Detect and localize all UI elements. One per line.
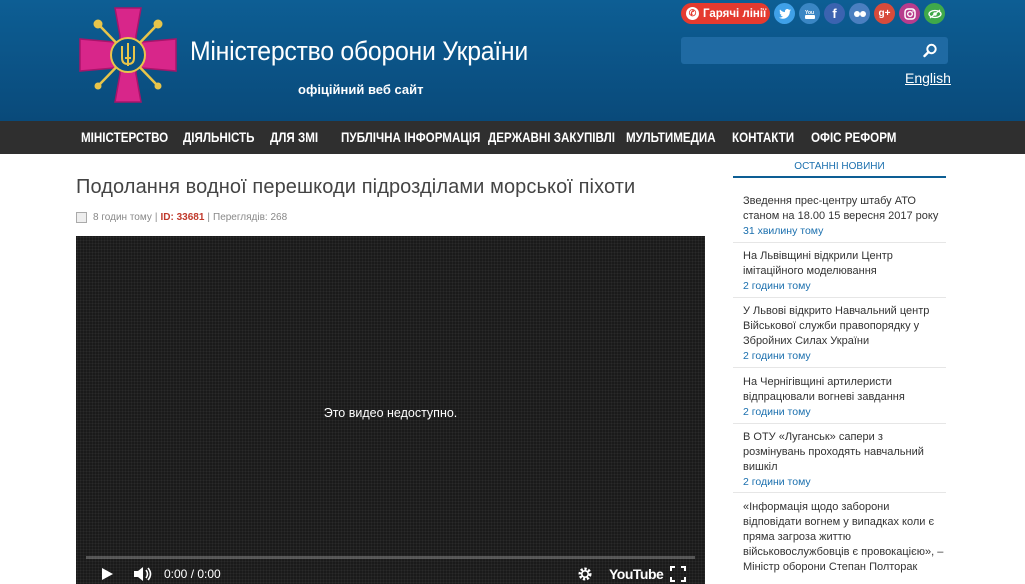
nav-item-contacts[interactable]: КОНТАКТИ	[732, 130, 794, 145]
sidebar-heading-label: ОСТАННІ НОВИНИ	[794, 161, 885, 172]
nav-item-activity[interactable]: ДІЯЛЬНІСТЬ	[183, 130, 254, 145]
news-item[interactable]: На Чернігівщині артилеристи відпрацювали…	[743, 375, 946, 420]
divider	[733, 242, 946, 243]
news-time: 2 години тому	[743, 406, 811, 418]
google-plus-icon[interactable]: g+	[874, 3, 895, 24]
news-title[interactable]: «Інформація щодо заборони відповідати во…	[743, 500, 946, 575]
article-meta: 8 годин тому | ID: 33681 | Переглядів: 2…	[76, 212, 287, 223]
news-time: 2 години тому	[743, 280, 811, 292]
flickr-icon[interactable]	[849, 3, 870, 24]
nav-item-public-info[interactable]: ПУБЛІЧНА ІНФОРМАЦІЯ	[341, 130, 480, 145]
site-subtitle: офіційний веб сайт	[298, 82, 424, 97]
sidebar-heading: ОСТАННІ НОВИНИ	[733, 154, 946, 178]
divider	[733, 367, 946, 368]
site-header: Міністерство оборони України офіційний в…	[0, 0, 1025, 121]
nav-item-procurement[interactable]: ДЕРЖАВНІ ЗАКУПІВЛІ	[488, 130, 615, 145]
news-item[interactable]: У Львові відкрито Навчальний центр Війсь…	[743, 304, 946, 364]
article-title: Подолання водної перешкоди підрозділами …	[76, 176, 636, 198]
main-navigation: МІНІСТЕРСТВО ДІЯЛЬНІСТЬ ДЛЯ ЗМІ ПУБЛІЧНА…	[0, 121, 1025, 154]
ministry-emblem-logo[interactable]	[78, 6, 178, 104]
meta-separator: |	[154, 212, 158, 223]
article-date: 8 годин тому	[93, 212, 152, 223]
video-time: 0:00 / 0:00	[164, 567, 221, 581]
nav-item-media[interactable]: ДЛЯ ЗМІ	[270, 130, 318, 145]
divider	[733, 297, 946, 298]
news-item[interactable]: Зведення прес-центру штабу АТО станом на…	[743, 194, 946, 239]
play-icon[interactable]	[100, 566, 114, 584]
settings-gear-icon[interactable]	[577, 566, 593, 584]
nav-item-ministry[interactable]: МІНІСТЕРСТВО	[81, 130, 168, 145]
twitter-icon[interactable]	[774, 3, 795, 24]
accessibility-eye-icon[interactable]	[924, 3, 945, 24]
news-item[interactable]: В ОТУ «Луганськ» сапери з розмінувань пр…	[743, 430, 946, 490]
video-unavailable-message: Это видео недоступно.	[323, 406, 458, 420]
divider	[733, 492, 946, 493]
news-item[interactable]: На Львівщині відкрили Центр імітаційного…	[743, 249, 946, 294]
news-title[interactable]: На Львівщині відкрили Центр імітаційного…	[743, 249, 946, 279]
youtube-icon[interactable]: You	[799, 3, 820, 24]
search-icon[interactable]	[923, 43, 938, 58]
video-progress-bar[interactable]	[86, 556, 695, 559]
youtube-logo[interactable]: YouTube	[609, 566, 664, 582]
language-switch-link[interactable]: English	[905, 70, 951, 86]
news-title[interactable]: В ОТУ «Луганськ» сапери з розмінувань пр…	[743, 430, 946, 475]
video-player[interactable]: Это видео недоступно. 0:00 / 0:00 YouTub…	[76, 236, 705, 584]
nav-item-reform-office[interactable]: ОФІС РЕФОРМ	[811, 130, 896, 145]
volume-icon[interactable]	[133, 566, 153, 584]
fullscreen-icon[interactable]	[670, 566, 686, 584]
phone-icon: ✆	[686, 7, 699, 20]
hotline-label: Гарячі лінії	[703, 7, 767, 20]
calendar-icon	[76, 212, 87, 223]
article-id: ID: 33681	[160, 212, 205, 223]
nav-item-multimedia[interactable]: МУЛЬТИМЕДИА	[626, 130, 716, 145]
meta-separator: |	[207, 212, 210, 223]
news-time: 2 години тому	[743, 350, 811, 362]
site-title[interactable]: Міністерство оборони України	[190, 36, 528, 67]
news-title[interactable]: У Львові відкрито Навчальний центр Війсь…	[743, 304, 946, 349]
article-views: Переглядів: 268	[213, 212, 288, 223]
news-item[interactable]: «Інформація щодо заборони відповідати во…	[743, 500, 946, 575]
news-title[interactable]: Зведення прес-центру штабу АТО станом на…	[743, 194, 946, 224]
search-input[interactable]	[687, 41, 907, 60]
facebook-icon[interactable]: f	[824, 3, 845, 24]
instagram-icon[interactable]	[899, 3, 920, 24]
hotline-button[interactable]: ✆ Гарячі лінії	[681, 3, 770, 24]
search-box	[681, 37, 948, 64]
news-time: 2 години тому	[743, 476, 811, 488]
news-time: 31 хвилину тому	[743, 225, 824, 237]
divider	[733, 423, 946, 424]
news-title[interactable]: На Чернігівщині артилеристи відпрацювали…	[743, 375, 946, 405]
